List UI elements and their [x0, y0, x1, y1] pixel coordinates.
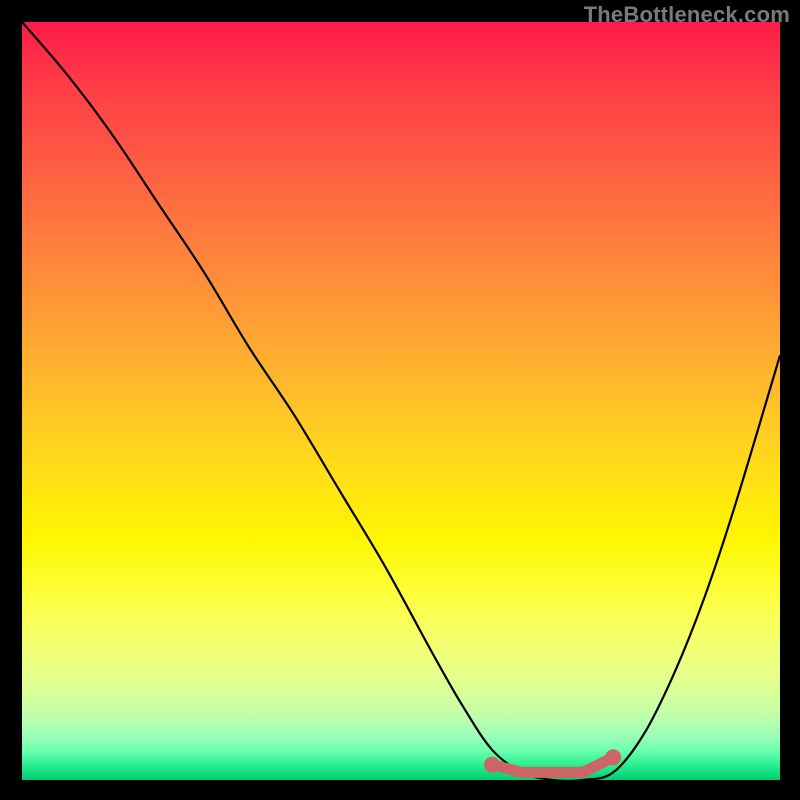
- optimal-band-marker: [492, 757, 613, 772]
- plot-area: [22, 22, 780, 780]
- marker-endpoint: [605, 749, 621, 765]
- marker-endpoint: [484, 757, 500, 773]
- curve-layer: [22, 22, 780, 780]
- attribution-text: TheBottleneck.com: [584, 2, 790, 28]
- bottleneck-curve: [22, 22, 780, 780]
- chart-canvas: TheBottleneck.com: [0, 0, 800, 800]
